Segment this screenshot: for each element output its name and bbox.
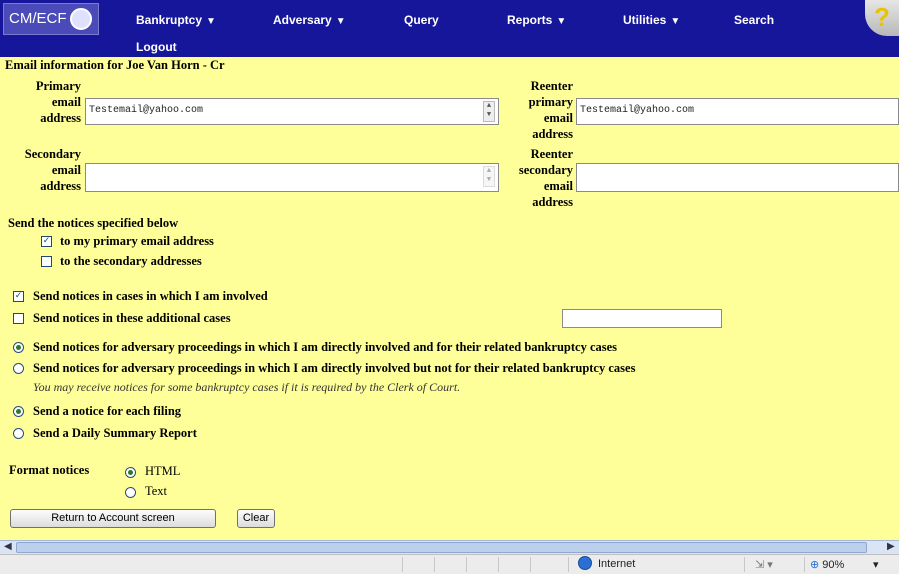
- involved-cases-label: Send notices in cases in which I am invo…: [33, 289, 268, 303]
- horizontal-scrollbar[interactable]: ◀ ▶: [0, 540, 899, 555]
- menu-reports[interactable]: Reports ▼: [507, 13, 566, 27]
- zoom-icon: ⊕: [810, 559, 820, 571]
- format-text-radio[interactable]: [125, 487, 136, 498]
- secondary-email-field[interactable]: ▲ ▼: [85, 163, 499, 192]
- format-notices-label: Format notices: [9, 463, 90, 477]
- each-filing-radio[interactable]: [13, 406, 24, 417]
- menu-bankruptcy[interactable]: Bankruptcy ▼: [136, 13, 216, 27]
- format-html-radio[interactable]: [125, 467, 136, 478]
- checkmark-icon: ✓: [42, 236, 51, 246]
- scroll-left-icon[interactable]: ◀: [4, 541, 12, 552]
- involved-cases-checkbox[interactable]: ✓: [13, 291, 24, 302]
- daily-summary-radio[interactable]: [13, 428, 24, 439]
- field-spin-icon: ▲ ▼: [483, 166, 495, 187]
- menu-search[interactable]: Search: [734, 13, 774, 27]
- additional-cases-label: Send notices in these additional cases: [33, 311, 231, 325]
- clear-button[interactable]: Clear: [237, 509, 275, 528]
- additional-cases-checkbox[interactable]: [13, 313, 24, 324]
- reenter-primary-field[interactable]: Testemail@yahoo.com: [576, 98, 899, 125]
- protected-mode-icon[interactable]: ⇲ ▾: [755, 558, 773, 571]
- reenter-secondary-label: Reenter secondary email address: [518, 147, 573, 209]
- to-primary-checkbox[interactable]: ✓: [41, 236, 52, 247]
- clerk-note: You may receive notices for some bankrup…: [33, 380, 461, 394]
- security-zone: Internet: [598, 558, 636, 570]
- page-heading: Email information for Joe Van Horn - Cr: [5, 58, 225, 72]
- menu-bar: CM/ECF Bankruptcy ▼ Adversary ▼ Query Repo…: [0, 0, 899, 57]
- each-filing-label: Send a notice for each filing: [33, 404, 182, 418]
- menu-logout[interactable]: Logout: [136, 40, 177, 54]
- status-divider: [744, 557, 745, 572]
- status-divider: [568, 557, 569, 572]
- zoom-control[interactable]: ⊕ 90%: [810, 558, 844, 571]
- primary-email-label: Primary email address: [35, 79, 81, 125]
- menu-adversary[interactable]: Adversary ▼: [273, 13, 346, 27]
- globe-icon: [578, 556, 592, 570]
- adversary-not-related-radio[interactable]: [13, 363, 24, 374]
- adversary-related-radio[interactable]: [13, 342, 24, 353]
- additional-cases-input[interactable]: [562, 309, 722, 328]
- status-divider: [498, 557, 499, 572]
- to-secondary-label: to the secondary addresses: [60, 254, 202, 268]
- primary-email-field[interactable]: Testemail@yahoo.com ▲ ▼: [85, 98, 499, 125]
- menu-query[interactable]: Query: [404, 13, 439, 27]
- logo-icon: [70, 8, 92, 30]
- to-primary-label: to my primary email address: [60, 234, 214, 248]
- status-divider: [530, 557, 531, 572]
- logo-text: CM/ECF: [9, 10, 67, 27]
- help-icon[interactable]: ?: [865, 0, 899, 36]
- zoom-dropdown-icon[interactable]: ▾: [873, 558, 879, 571]
- menu-utilities[interactable]: Utilities ▼: [623, 13, 680, 27]
- status-divider: [402, 557, 403, 572]
- reenter-primary-label: Reenter primary email address: [528, 79, 573, 141]
- reenter-secondary-field[interactable]: [576, 163, 899, 192]
- to-secondary-checkbox[interactable]: [41, 256, 52, 267]
- scroll-right-icon[interactable]: ▶: [887, 541, 895, 552]
- format-text-label: Text: [145, 484, 168, 498]
- return-account-button[interactable]: Return to Account screen: [10, 509, 216, 528]
- status-divider: [804, 557, 805, 572]
- notices-heading: Send the notices specified below: [8, 216, 179, 230]
- cmecf-logo[interactable]: CM/ECF: [3, 3, 99, 35]
- status-divider: [434, 557, 435, 572]
- format-html-label: HTML: [145, 464, 181, 478]
- status-divider: [466, 557, 467, 572]
- secondary-email-label: Secondary email address: [24, 147, 81, 193]
- zoom-level: 90%: [822, 559, 845, 571]
- field-spin-icon: ▲ ▼: [483, 101, 495, 122]
- scroll-thumb[interactable]: [16, 542, 867, 553]
- status-bar: Internet ⇲ ▾ ⊕ 90% ▾: [0, 554, 899, 574]
- adversary-not-related-label: Send notices for adversary proceedings i…: [33, 361, 636, 375]
- checkmark-icon: ✓: [14, 291, 23, 301]
- daily-summary-label: Send a Daily Summary Report: [33, 426, 197, 440]
- adversary-related-label: Send notices for adversary proceedings i…: [33, 340, 618, 354]
